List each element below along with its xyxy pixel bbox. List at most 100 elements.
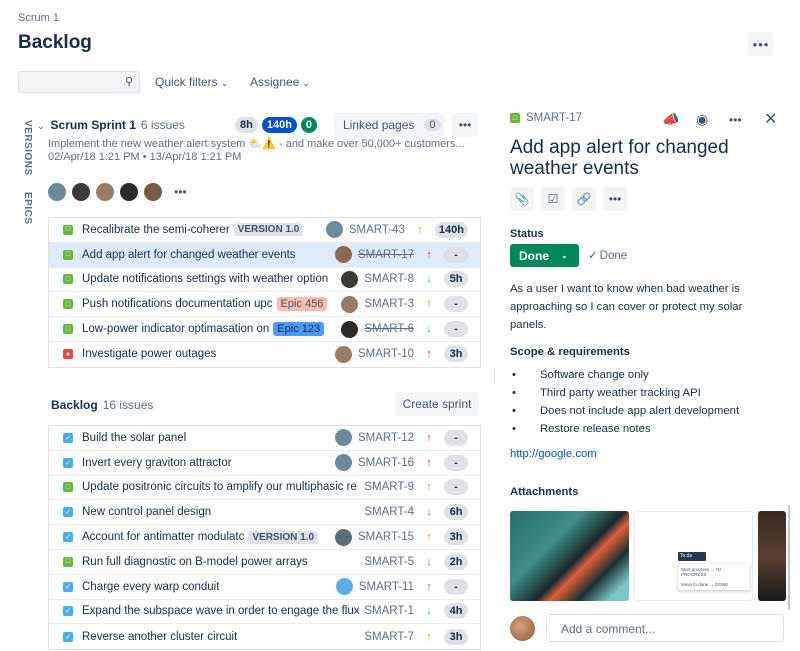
estimate-badge: -	[444, 321, 468, 338]
avatar[interactable]	[120, 183, 138, 201]
sprint-header[interactable]: ⌄ Scrum Sprint 1 6 issues	[37, 118, 185, 132]
breadcrumb[interactable]: Scrum 1	[18, 12, 59, 24]
priority-low-icon: ↓	[426, 273, 432, 286]
status-dropdown[interactable]: Done ⌄	[510, 244, 579, 267]
issue-row[interactable]: ✓ New control panel design SMART-4 ↓ 6h	[49, 500, 480, 526]
ellipsis-icon: •••	[458, 118, 472, 132]
avatar[interactable]	[144, 183, 162, 201]
issue-summary: Update notifications settings with weath…	[82, 273, 329, 286]
task-icon: ✓	[63, 606, 73, 617]
issue-meta: SMART-6 ↓ -	[341, 317, 468, 341]
avatar[interactable]	[96, 183, 114, 201]
issue-key[interactable]: SMART-17	[358, 249, 414, 261]
chevron-down-icon: ⌄	[302, 78, 310, 88]
attachment-icon[interactable]: 📎	[510, 187, 534, 211]
issue-row[interactable]: □ Low-power indicator optimasation on Epic…	[49, 317, 480, 342]
comment-input[interactable]: Add a comment...	[546, 614, 784, 642]
preview-menu-item: Start progress → IN PROGRESS	[681, 567, 721, 577]
issue-row[interactable]: □ Update notifications settings with weat…	[49, 268, 480, 293]
issue-row[interactable]: ✓ Build the solar panel SMART-12 ↑ -	[49, 426, 480, 451]
issue-key[interactable]: SMART-5	[364, 556, 414, 568]
issue-key[interactable]: SMART-10	[358, 348, 414, 360]
issue-row[interactable]: ✓ Expand the subspace wave in order to en…	[49, 600, 480, 625]
issue-key[interactable]: SMART-15	[358, 531, 414, 543]
subtask-icon[interactable]: ☑	[541, 187, 565, 211]
issue-row[interactable]: □ Update positronic circuits to amplify o…	[49, 476, 480, 501]
bug-icon: ●	[63, 349, 73, 360]
avatar[interactable]	[48, 183, 66, 201]
task-icon: ✓	[63, 532, 73, 543]
search-input[interactable]: ⚲	[18, 71, 140, 93]
quick-filters-dropdown[interactable]: Quick filters ⌄	[155, 75, 228, 89]
issue-key[interactable]: SMART-3	[364, 298, 414, 310]
issue-row[interactable]: □ Push notifications documentation upc Epi…	[49, 292, 480, 318]
panel-resize-handle[interactable]	[494, 370, 495, 384]
chevron-down-icon[interactable]: ⌄	[37, 121, 45, 131]
issue-meta: SMART-16 ↑ -	[334, 451, 468, 475]
more-avatars-button[interactable]: •••	[174, 185, 187, 199]
estimate-badge: -	[444, 578, 468, 595]
link-icon[interactable]: 🔗	[572, 187, 596, 211]
issue-row[interactable]: □ Recalibrate the semi-coherer VERSION 1.0…	[49, 218, 480, 243]
description[interactable]: As a user I want to know when bad weathe…	[510, 280, 770, 334]
scope-item: Third party weather tracking API	[510, 384, 739, 402]
quick-filters-label: Quick filters	[155, 75, 218, 89]
scrollbar[interactable]	[788, 505, 790, 610]
estimate-badge: -	[444, 454, 468, 471]
done-estimate: 0	[300, 117, 318, 133]
description-link[interactable]: http://google.com	[510, 448, 597, 460]
task-icon: ✓	[63, 457, 73, 468]
chevron-down-icon: ⌄	[220, 78, 229, 88]
close-icon[interactable]: ✕	[764, 109, 777, 129]
issue-key[interactable]: SMART-7	[364, 631, 414, 643]
eye-icon[interactable]: ◉	[696, 111, 708, 128]
versions-tab[interactable]: VERSIONS	[22, 120, 33, 176]
megaphone-icon[interactable]: 📣	[662, 111, 679, 128]
issue-row[interactable]: ● Investigate power outages SMART-10 ↑ 3h	[49, 342, 480, 367]
estimate-badge: -	[444, 429, 468, 446]
ellipsis-icon[interactable]: •••	[729, 113, 742, 127]
issue-key[interactable]: SMART-6	[364, 323, 414, 335]
assignee-dropdown[interactable]: Assignee ⌄	[250, 75, 310, 89]
assignee-avatar	[334, 345, 352, 363]
status-label: Status	[510, 228, 544, 240]
issue-row[interactable]: ✓ Invert every graviton attractor SMART-16…	[49, 451, 480, 476]
sprint-more-button[interactable]: •••	[452, 113, 478, 137]
ellipsis-icon[interactable]: •••	[603, 187, 627, 211]
issue-row[interactable]: ✓ Charge every warp conduit SMART-11 ↑ -	[49, 575, 480, 600]
linked-pages-button[interactable]: Linked pages 0	[334, 113, 444, 137]
issue-row[interactable]: □ Run full diagnostic on B-model power ar…	[49, 550, 480, 575]
page-more-button[interactable]: •••	[748, 32, 774, 56]
issue-key[interactable]: SMART-16	[358, 457, 414, 469]
sprint-issue-list: □ Recalibrate the semi-coherer VERSION 1.0…	[48, 217, 481, 368]
issue-summary: Build the solar panel	[82, 431, 187, 444]
task-icon: ✓	[63, 631, 73, 642]
scope-item: Restore release notes	[510, 420, 739, 438]
attachment-thumbnail[interactable]	[510, 511, 629, 601]
attachment-thumbnail[interactable]	[758, 511, 786, 601]
issue-key[interactable]: SMART-9	[364, 481, 414, 493]
issue-key[interactable]: SMART-12	[358, 432, 414, 444]
sprint-issue-count: 6 issues	[140, 118, 185, 132]
create-sprint-button[interactable]: Create sprint	[395, 392, 479, 416]
issue-summary: Investigate power outages	[82, 348, 217, 361]
issue-key[interactable]: SMART-4	[364, 506, 414, 518]
assignee-avatar	[341, 270, 359, 288]
avatar[interactable]	[72, 183, 90, 201]
scope-heading: Scope & requirements	[510, 346, 630, 358]
issue-row[interactable]: ✓ Reverse another cluster circuit SMART-7 ↑…	[49, 624, 480, 649]
issue-row[interactable]: □ Add app alert for changed weather event…	[49, 242, 480, 268]
issue-summary: Low-power indicator optimasation on	[82, 323, 270, 336]
preview-button: To do	[678, 552, 706, 561]
detail-title[interactable]: Add app alert for changed weather events	[510, 137, 770, 179]
attachment-thumbnail[interactable]: To do Start progress → IN PROGRESS Move …	[634, 511, 753, 601]
issue-key[interactable]: SMART-11	[359, 581, 414, 593]
issue-row[interactable]: ✓ Account for antimatter modulatc VERSION …	[49, 525, 480, 550]
issue-key[interactable]: SMART-1	[364, 605, 414, 617]
issue-key[interactable]: SMART-8	[364, 273, 414, 285]
estimate-badge: 3h	[444, 628, 468, 645]
issue-key[interactable]: SMART-43	[349, 224, 405, 236]
epics-tab[interactable]: EPICS	[22, 192, 33, 225]
detail-issue-key[interactable]: □ SMART-17	[510, 112, 582, 124]
version-lozenge: VERSION 1.0	[233, 223, 304, 237]
